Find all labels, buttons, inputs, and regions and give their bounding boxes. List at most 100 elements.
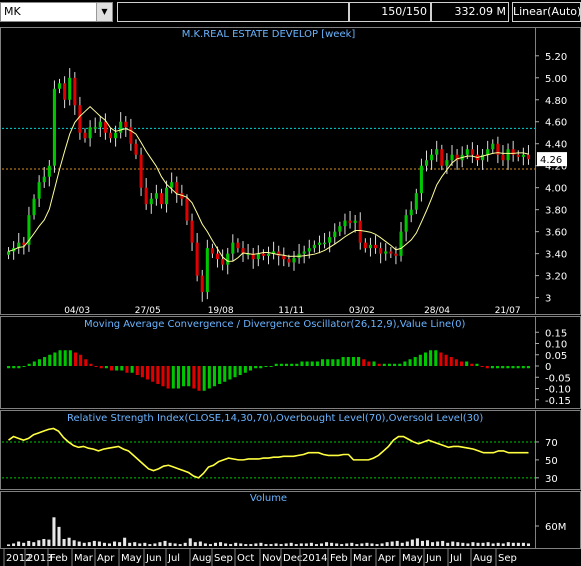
candle-body — [404, 215, 408, 232]
candle-body — [323, 242, 327, 245]
macd-bar — [418, 354, 422, 366]
volume-bar — [471, 542, 475, 546]
volume-bar — [67, 537, 71, 546]
macd-bar — [182, 366, 186, 387]
candle-body — [195, 242, 199, 276]
candle-body — [358, 220, 362, 243]
macd-bar — [166, 366, 170, 389]
x-axis-label: 2014 — [302, 553, 327, 564]
price-tick-label: 3.40 — [545, 250, 567, 261]
candle-body — [103, 121, 107, 133]
macd-tick-label: -0.05 — [545, 373, 571, 384]
candle-body — [175, 182, 179, 194]
x-axis-label: May — [121, 553, 142, 564]
macd-bar — [382, 363, 386, 366]
macd-bar — [300, 361, 304, 366]
macd-bar — [22, 366, 26, 367]
candle-body — [491, 143, 495, 150]
rsi-tick-label: 50 — [545, 456, 558, 467]
volume-bar — [441, 540, 445, 546]
candle-body — [32, 198, 36, 216]
macd-bar — [32, 361, 36, 366]
candle-body — [389, 251, 393, 254]
candle-body — [154, 193, 158, 199]
volume-bar — [198, 541, 202, 546]
candle-body — [261, 253, 265, 256]
candle-body — [226, 253, 230, 265]
volume-bar — [239, 543, 243, 546]
volume-bar — [385, 542, 389, 546]
macd-bar — [207, 366, 211, 389]
macd-bar — [151, 366, 155, 382]
macd-bar — [223, 366, 227, 382]
macd-bar — [439, 352, 443, 366]
candle-body — [98, 121, 102, 128]
candle-body — [88, 127, 92, 139]
volume-bar — [456, 542, 460, 546]
candle-body — [190, 220, 194, 243]
macd-bar — [192, 366, 196, 389]
candle-body — [73, 77, 77, 106]
volume-bar — [521, 542, 525, 546]
volume-bar — [330, 542, 334, 546]
volume-bar — [188, 538, 192, 546]
candle-body — [409, 209, 413, 216]
volume-bar — [224, 543, 228, 546]
macd-bar — [290, 363, 294, 366]
candle-body — [440, 149, 444, 166]
macd-bar — [279, 363, 283, 366]
macd-bar — [413, 357, 417, 366]
volume-bar — [264, 544, 268, 546]
volume-bar — [254, 543, 258, 546]
volume-bar — [87, 542, 91, 546]
volume-bar — [405, 541, 409, 546]
macd-bar — [274, 363, 278, 366]
candle-body — [287, 259, 291, 263]
x-axis-label: Feb — [50, 553, 68, 564]
x-axis-label: Mar — [74, 553, 94, 564]
macd-bar — [79, 354, 83, 366]
x-axis-label: 2013 — [27, 553, 52, 564]
volume-bar — [173, 543, 177, 546]
candle-body — [210, 248, 214, 254]
macd-bar — [130, 366, 134, 373]
candle-body — [68, 77, 72, 100]
candle-body — [435, 149, 439, 155]
macd-bar — [449, 357, 453, 366]
candle-body — [353, 220, 357, 223]
candle-body — [470, 149, 474, 155]
volume-bar — [32, 542, 36, 546]
price-tick-label: 5.00 — [545, 74, 567, 85]
macd-bar — [315, 361, 319, 366]
candle-body — [486, 149, 490, 155]
volume-bar — [294, 544, 298, 546]
macd-bar — [429, 350, 433, 366]
x-axis-label: Jun — [425, 553, 442, 564]
volume-bar — [466, 543, 470, 546]
volume-bar — [325, 542, 329, 546]
macd-bar — [511, 366, 515, 369]
candle-body — [526, 154, 530, 160]
volume-bar — [62, 538, 66, 546]
macd-bar — [351, 357, 355, 366]
candle-body — [57, 83, 62, 89]
volume-bar — [57, 526, 61, 546]
volume-bar — [193, 542, 197, 546]
volume-bar — [476, 542, 480, 546]
volume-bar — [143, 542, 147, 546]
macd-bar — [377, 363, 381, 366]
macd-bar — [27, 363, 31, 366]
candle-body — [134, 143, 138, 155]
macd-bar — [423, 352, 428, 366]
macd-bar — [434, 350, 438, 366]
macd-bar — [89, 363, 93, 366]
candle-body — [149, 198, 153, 205]
volume-bar — [158, 542, 162, 546]
macd-bar — [475, 363, 479, 366]
pane-border — [0, 27, 581, 315]
macd-bar — [372, 361, 376, 366]
candle-body — [374, 244, 378, 249]
candle-body — [144, 187, 148, 205]
macd-bar — [496, 366, 500, 369]
macd-bar — [331, 359, 335, 366]
